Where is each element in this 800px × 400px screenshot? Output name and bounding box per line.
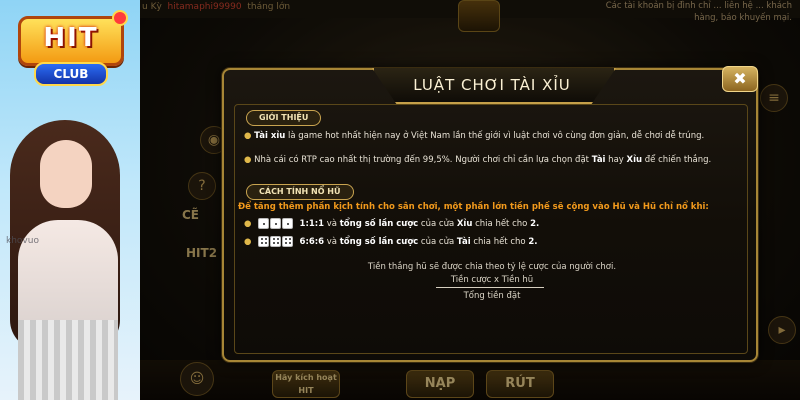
- dice-1-icon: [258, 218, 297, 229]
- rules-modal: LUẬT CHƠI TÀI XỈU ✖ GIỚI THIỆU ● Tài xỉu…: [222, 66, 758, 362]
- intro-bullet-1: ● Tài xỉu là game hot nhất hiện nay ở Vi…: [244, 130, 744, 142]
- combo-bold-1: tổng số lần cược: [339, 219, 419, 229]
- intro-xiu: Xỉu: [626, 155, 643, 165]
- dice-6-icon: [258, 236, 297, 247]
- intro-text-2: Nhà cái có RTP cao nhất thị trường đến 9…: [254, 155, 592, 165]
- hitclub-logo: HIT CLUB: [10, 10, 128, 88]
- combo-bold-2: tổng số lần cược: [339, 237, 419, 247]
- jackpot-rule: Để tăng thêm phần kịch tính cho sân chơi…: [238, 202, 709, 212]
- logo-hit-plate: HIT: [18, 16, 124, 66]
- promo-banner: HIT CLUB khovuo: [0, 0, 140, 400]
- logo-club-plate: CLUB: [34, 62, 108, 86]
- formula-fraction-line: [436, 287, 544, 288]
- logo-club-text: CLUB: [53, 67, 89, 81]
- section-intro-label: GIỚI THIỆU: [246, 110, 322, 126]
- model-face: [40, 140, 92, 208]
- combo-text-1a: và: [324, 219, 340, 229]
- formula-intro: Tiền thắng hũ sẽ được chia theo tỷ lệ cư…: [367, 262, 617, 272]
- intro-text-1: là game hot nhất hiện nay ở Việt Nam lần…: [285, 131, 705, 141]
- logo-dot: [112, 10, 128, 26]
- logo-hit-text: HIT: [43, 23, 99, 53]
- model-skirt: [18, 320, 118, 400]
- combo-side-2: Tài: [456, 237, 471, 247]
- intro-tai: Tài: [591, 155, 606, 165]
- combo-text-2b: của cửa: [418, 237, 457, 247]
- intro-bullet-2: ● Nhà cái có RTP cao nhất thị trường đến…: [244, 154, 744, 166]
- combo-code-2: 6:6:6: [299, 237, 325, 247]
- combo-text-2a: và: [324, 237, 340, 247]
- intro-end: để chiến thắng.: [642, 155, 712, 165]
- combo-text-1b: của cửa: [418, 219, 457, 229]
- combo-num-2: 2.: [528, 237, 538, 247]
- combo-text-2c: chia hết cho: [470, 237, 529, 247]
- watermark: khovuo: [6, 236, 39, 246]
- close-button[interactable]: ✖: [722, 66, 758, 92]
- combo-row-2: ● 6:6:6 và tổng số lần cược của cửa Tài …: [244, 236, 537, 248]
- bullet-dot: ●: [244, 155, 252, 165]
- combo-row-1: ● 1:1:1 và tổng số lần cược của cửa Xỉu …: [244, 218, 539, 230]
- intro-mid: hay: [605, 155, 627, 165]
- formula-numerator: Tiền cược x Tiền hũ: [450, 275, 534, 285]
- combo-side-1: Xỉu: [456, 219, 473, 229]
- combo-text-1c: chia hết cho: [472, 219, 531, 229]
- section-jackpot-label: CÁCH TÍNH NỔ HŨ: [246, 184, 354, 200]
- formula-denominator: Tổng tiền đặt: [463, 291, 521, 301]
- bullet-dot: ●: [244, 219, 252, 229]
- bullet-dot: ●: [244, 131, 252, 141]
- modal-title: LUẬT CHƠI TÀI XỈU: [413, 76, 571, 94]
- intro-lead: Tài xỉu: [254, 131, 286, 141]
- bullet-dot: ●: [244, 237, 252, 247]
- combo-num-1: 2.: [530, 219, 540, 229]
- combo-code-1: 1:1:1: [299, 219, 325, 229]
